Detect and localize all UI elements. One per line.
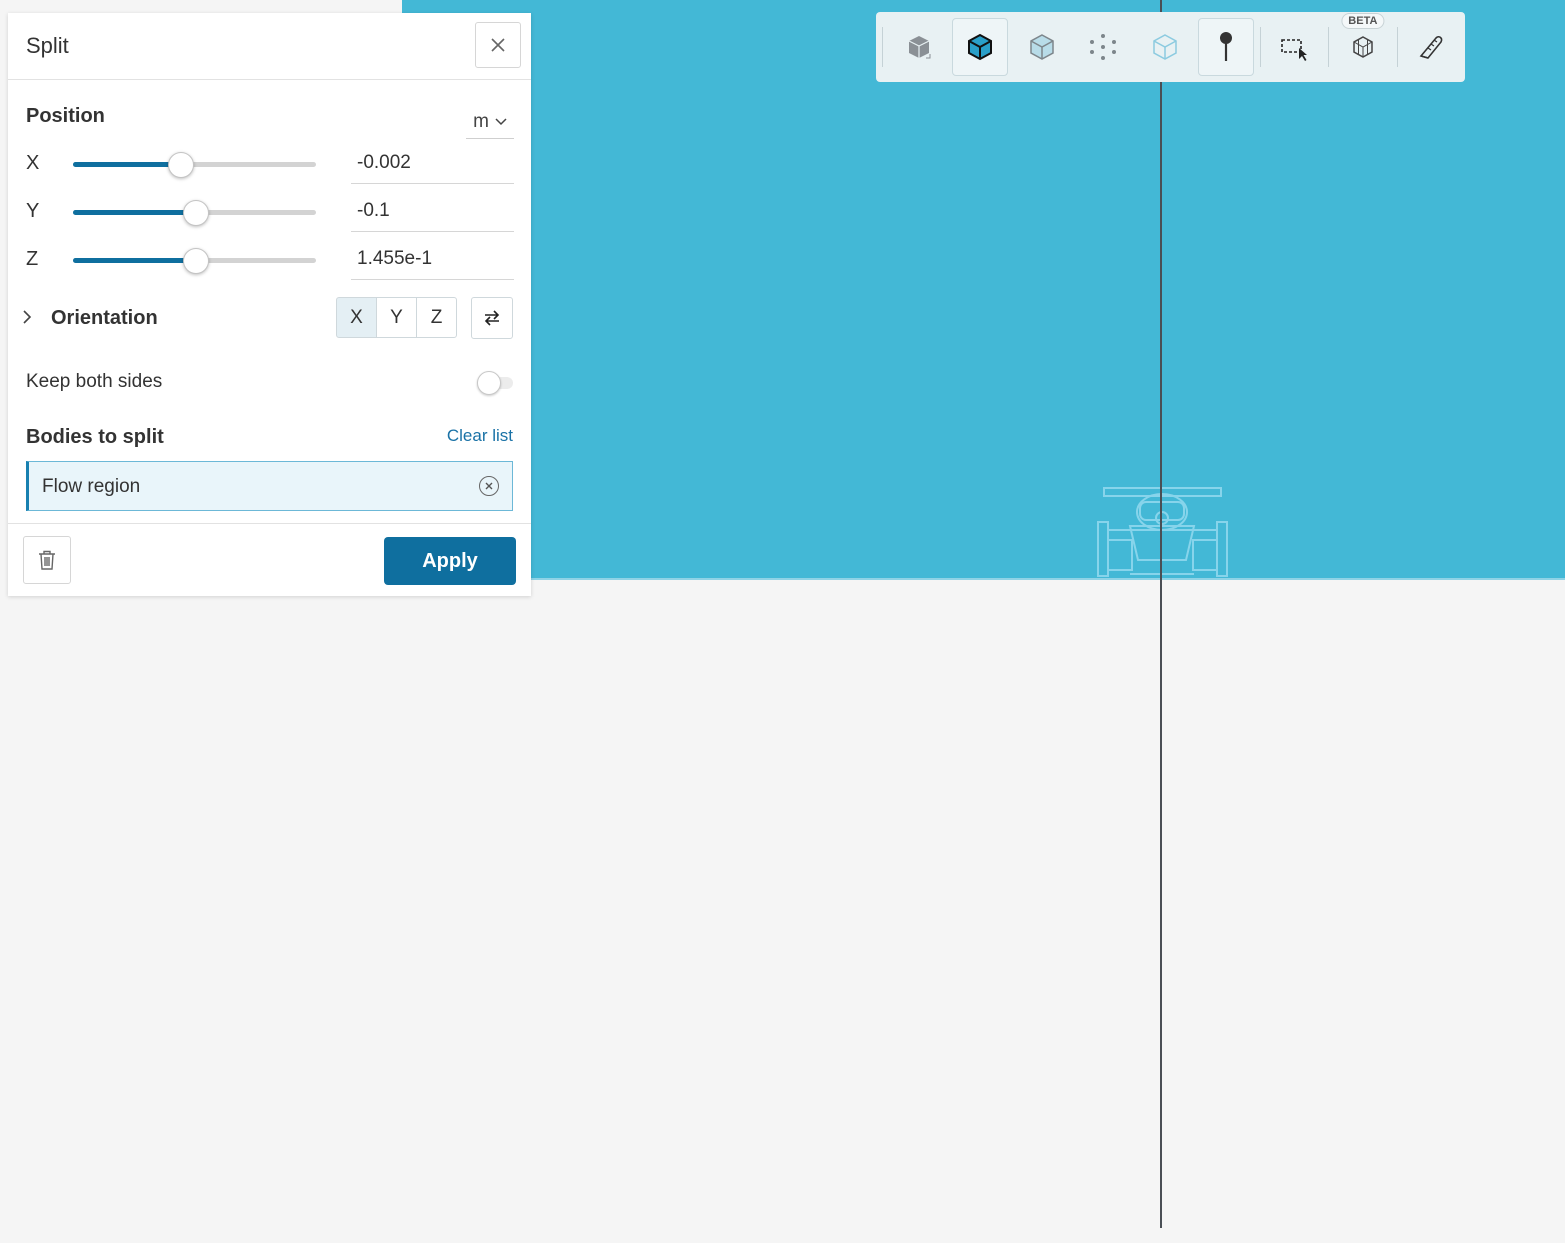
toggle-knob xyxy=(477,371,501,395)
body-list-item[interactable]: Flow region xyxy=(26,461,513,511)
position-z-row: Z 1.455e-1 xyxy=(26,236,514,284)
slider-fill xyxy=(73,162,180,167)
slider-handle[interactable] xyxy=(182,200,209,226)
position-z-input[interactable]: 1.455e-1 xyxy=(351,236,514,280)
keep-both-sides-label: Keep both sides xyxy=(26,371,163,392)
body-item-label: Flow region xyxy=(42,476,141,497)
split-panel: Split Position m X -0.002 Y -0.1 Z 1.455… xyxy=(8,13,531,596)
panel-footer: Apply xyxy=(8,523,531,597)
unit-select[interactable]: m xyxy=(466,105,514,139)
swap-arrows-icon xyxy=(484,310,500,326)
flip-orientation-button[interactable] xyxy=(471,297,513,339)
position-y-slider[interactable] xyxy=(73,200,316,226)
chevron-down-icon xyxy=(495,117,507,125)
points-view-icon[interactable] xyxy=(1075,18,1130,76)
position-title: Position xyxy=(26,105,105,127)
panel-title: Split xyxy=(26,33,69,58)
toolbar-divider xyxy=(1328,27,1330,67)
slider-fill xyxy=(73,258,195,263)
toolbar-divider xyxy=(1259,27,1261,67)
slider-fill xyxy=(73,210,195,215)
mesh-select-icon[interactable]: BETA xyxy=(1335,13,1390,76)
measure-icon[interactable] xyxy=(1404,18,1459,76)
position-y-row: Y -0.1 xyxy=(26,188,514,236)
trash-icon xyxy=(39,550,55,570)
position-y-input[interactable]: -0.1 xyxy=(351,188,514,232)
axis-label-z: Z xyxy=(26,248,39,270)
delete-button[interactable] xyxy=(23,536,71,584)
transparent-view-icon[interactable] xyxy=(1014,18,1069,76)
toolbar-divider xyxy=(1396,27,1398,67)
split-plane-line xyxy=(1160,0,1162,1228)
orientation-x-button[interactable]: X xyxy=(336,297,377,338)
orientation-title: Orientation xyxy=(51,307,158,329)
toolbar-divider xyxy=(882,27,883,67)
position-x-slider[interactable] xyxy=(73,152,316,178)
orientation-expand-toggle[interactable] xyxy=(22,306,32,327)
orientation-y-button[interactable]: Y xyxy=(376,297,417,338)
beta-badge: BETA xyxy=(1341,13,1385,29)
panel-header: Split xyxy=(8,13,531,80)
slider-handle[interactable] xyxy=(182,248,209,274)
box-select-icon[interactable] xyxy=(1267,18,1322,76)
close-icon xyxy=(485,482,493,490)
apply-button[interactable]: Apply xyxy=(384,537,516,585)
orientation-button-group: X Y Z xyxy=(336,297,457,338)
slider-handle[interactable] xyxy=(167,152,194,178)
keep-both-sides-toggle[interactable] xyxy=(477,371,513,395)
position-x-input[interactable]: -0.002 xyxy=(351,140,514,184)
close-button[interactable] xyxy=(475,22,521,68)
car-model xyxy=(1097,487,1228,577)
axis-label-x: X xyxy=(26,152,40,174)
axis-label-y: Y xyxy=(26,200,40,222)
remove-body-button[interactable] xyxy=(479,476,499,496)
view-toolbar: BETA xyxy=(876,12,1465,82)
position-z-slider[interactable] xyxy=(73,248,316,274)
wireframe-view-icon[interactable] xyxy=(1137,18,1192,76)
clear-list-link[interactable]: Clear list xyxy=(447,426,513,446)
position-x-row: X -0.002 xyxy=(26,140,514,188)
bodies-to-split-title: Bodies to split xyxy=(26,426,164,448)
unit-value: m xyxy=(473,110,489,132)
orientation-z-button[interactable]: Z xyxy=(416,297,457,338)
chevron-right-icon xyxy=(23,310,32,324)
pin-icon[interactable] xyxy=(1198,18,1254,76)
close-icon xyxy=(491,38,505,52)
flow-region-domain[interactable] xyxy=(402,0,1565,580)
solid-view-icon[interactable] xyxy=(891,18,946,76)
solid-edges-view-icon[interactable] xyxy=(952,18,1008,76)
